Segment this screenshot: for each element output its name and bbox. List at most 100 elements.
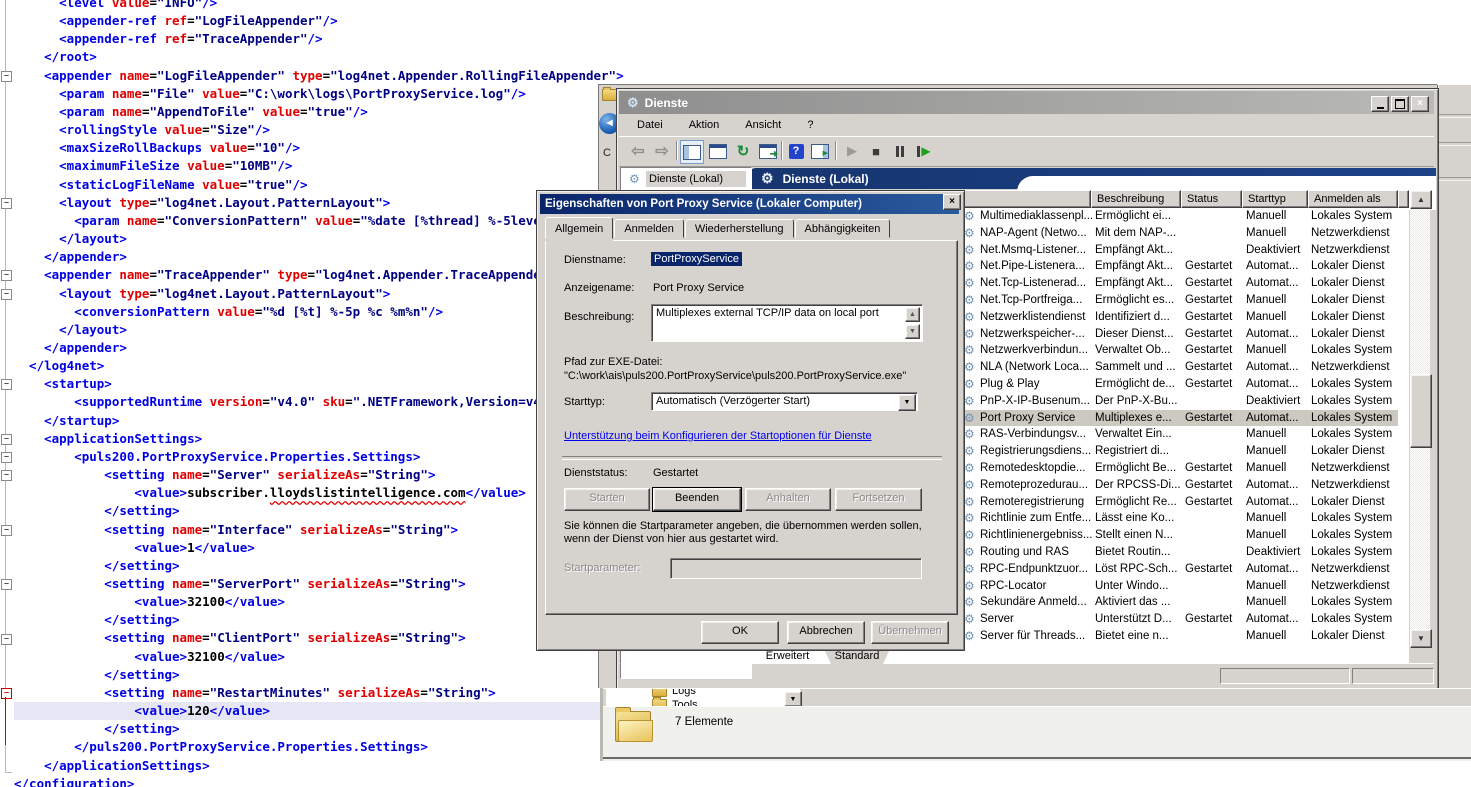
code-line[interactable]: <param name="AppendToFile" value="true"/…: [14, 103, 643, 121]
code-line[interactable]: </configuration>: [14, 775, 598, 787]
minimize-button[interactable]: [1371, 96, 1389, 112]
service-starttype: Manuell: [1246, 309, 1308, 326]
code-line[interactable]: <maxSizeRollBackups value="10"/>: [14, 139, 643, 157]
scroll-up-icon[interactable]: ▲: [905, 307, 920, 322]
service-name: RPC-Locator: [980, 578, 1092, 595]
dialog-titlebar[interactable]: Eigenschaften von Port Proxy Service (Lo…: [540, 194, 959, 214]
code-line[interactable]: <level value="INFO"/>: [14, 0, 643, 12]
pause-button[interactable]: Anhalten: [745, 488, 831, 511]
menu-aktion[interactable]: Aktion: [689, 119, 720, 131]
code-line[interactable]: <rollingStyle value="Size"/>: [14, 121, 643, 139]
code-line[interactable]: <param name="File" value="C:\work\logs\P…: [14, 85, 643, 103]
startoptions-help-link[interactable]: Unterstützung beim Konfigurieren der Sta…: [564, 430, 872, 442]
scrollbar-thumb[interactable]: [1410, 374, 1432, 448]
tab-anmelden[interactable]: Anmelden: [614, 219, 684, 238]
service-logon-as: Netzwerkdienst: [1311, 477, 1401, 494]
refresh-icon[interactable]: ↻: [732, 140, 754, 162]
scroll-down-icon[interactable]: ▼: [1410, 629, 1432, 648]
export-list-icon[interactable]: ➜: [757, 140, 779, 162]
code-line[interactable]: </log4net>: [14, 357, 613, 375]
fold-marker[interactable]: −: [1, 198, 12, 209]
resume-button[interactable]: Fortsetzen: [835, 488, 922, 511]
code-line[interactable]: <maximumFileSize value="10MB"/>: [14, 157, 643, 175]
menu-hilfe[interactable]: ?: [807, 119, 813, 131]
service-gear-icon: ⚙: [964, 460, 975, 477]
column-header-anmelden-als[interactable]: Anmelden als: [1308, 190, 1398, 208]
service-name-value[interactable]: PortProxyService: [651, 252, 742, 266]
combobox-dropdown-icon[interactable]: ▼: [898, 394, 916, 411]
tab-standard[interactable]: Standard: [824, 649, 890, 664]
fold-marker[interactable]: −: [1, 289, 12, 300]
close-button[interactable]: ×: [1411, 96, 1429, 112]
tab-erweitert[interactable]: Erweitert: [754, 649, 821, 664]
menu-datei[interactable]: Datei: [637, 119, 663, 131]
back-icon[interactable]: ⇦: [627, 140, 649, 162]
code-line[interactable]: </applicationSettings>: [14, 757, 628, 775]
dropdown-icon[interactable]: ▼: [784, 691, 802, 707]
service-name: Net.Pipe-Listenera...: [980, 258, 1092, 275]
description-field[interactable]: Multiplexes external TCP/IP data on loca…: [651, 304, 923, 342]
starttype-combobox[interactable]: Automatisch (Verzögerter Start) ▼: [651, 392, 918, 411]
exe-path-label: Pfad zur EXE-Datei:: [564, 356, 662, 368]
folder-row[interactable]: Logs: [652, 689, 696, 697]
restart-service-icon[interactable]: ▶: [913, 140, 935, 162]
cancel-button[interactable]: Abbrechen: [787, 621, 865, 644]
maximize-button[interactable]: [1391, 96, 1409, 112]
code-line[interactable]: <appender-ref ref="TraceAppender"/>: [14, 30, 643, 48]
pause-service-icon[interactable]: [889, 140, 911, 162]
fold-marker[interactable]: −: [1, 452, 12, 463]
tab-allgemein[interactable]: Allgemein: [545, 217, 613, 239]
fold-marker[interactable]: −: [1, 379, 12, 390]
tab-abhaengigkeiten[interactable]: Abhängigkeiten: [795, 219, 891, 238]
xml-config-editor[interactable]: <level value="INFO"/><appender-ref ref="…: [0, 0, 620, 787]
tab-wiederherstellung[interactable]: Wiederherstellung: [685, 219, 794, 238]
service-starttype: Manuell: [1246, 460, 1308, 477]
stop-button[interactable]: Beenden: [653, 488, 741, 511]
scroll-down-icon[interactable]: ▼: [905, 324, 920, 339]
screen: <level value="INFO"/><appender-ref ref="…: [0, 0, 1471, 787]
scroll-up-icon[interactable]: ▲: [1410, 190, 1432, 209]
properties-icon[interactable]: [707, 140, 729, 162]
startparam-input[interactable]: [670, 558, 922, 579]
forward-icon[interactable]: ⇨: [651, 140, 673, 162]
explorer-folder-list[interactable]: Logs Tools: [606, 689, 800, 707]
tree-item-dienste-lokal[interactable]: Dienste (Lokal): [646, 171, 746, 187]
console-tree-toggle-icon[interactable]: [680, 140, 704, 164]
fold-marker[interactable]: −: [1, 470, 12, 481]
action-pane-toggle-icon[interactable]: ▶: [809, 140, 831, 162]
service-description: Empfängt Akt...: [1095, 258, 1183, 275]
service-description: Bietet eine n...: [1095, 628, 1183, 645]
fold-marker[interactable]: −: [1, 579, 12, 590]
service-gear-icon: ⚙: [964, 275, 975, 292]
code-line[interactable]: </root>: [14, 48, 628, 66]
services-titlebar[interactable]: ⚙ Dienste ×: [619, 91, 1434, 114]
stop-service-icon[interactable]: ■: [865, 140, 887, 162]
fold-marker[interactable]: −: [1, 634, 12, 645]
code-line[interactable]: </setting>: [14, 720, 688, 738]
code-line[interactable]: <appender name="LogFileAppender" type="l…: [14, 67, 628, 85]
service-starttype: Manuell: [1246, 527, 1308, 544]
service-logon-as: Lokales System: [1311, 342, 1401, 359]
fold-marker[interactable]: −: [1, 525, 12, 536]
column-header-beschreibung[interactable]: Beschreibung: [1091, 190, 1181, 208]
service-status: Gestartet: [1185, 342, 1245, 359]
menu-ansicht[interactable]: Ansicht: [745, 119, 781, 131]
start-service-icon[interactable]: ▶: [841, 140, 863, 162]
dialog-close-icon[interactable]: ×: [943, 194, 961, 210]
apply-button[interactable]: Übernehmen: [871, 621, 949, 644]
fold-marker-red[interactable]: −: [1, 688, 12, 699]
fold-marker[interactable]: −: [1, 270, 12, 281]
fold-marker[interactable]: −: [1, 434, 12, 445]
services-scrollbar[interactable]: ▲ ▼: [1410, 190, 1430, 646]
start-button[interactable]: Starten: [564, 488, 650, 511]
ok-button[interactable]: OK: [701, 621, 779, 644]
help-icon[interactable]: ?: [785, 140, 807, 162]
code-line[interactable]: </puls200.PortProxyService.Properties.Se…: [14, 738, 658, 756]
column-header-status[interactable]: Status: [1181, 190, 1242, 208]
fold-marker[interactable]: −: [1, 71, 12, 82]
code-line[interactable]: </setting>: [14, 666, 688, 684]
service-gear-icon: ⚙: [964, 258, 975, 275]
column-header-starttyp[interactable]: Starttyp: [1242, 190, 1308, 208]
code-line[interactable]: <setting name="RestartMinutes" serialize…: [14, 684, 688, 702]
code-line[interactable]: <appender-ref ref="LogFileAppender"/>: [14, 12, 643, 30]
